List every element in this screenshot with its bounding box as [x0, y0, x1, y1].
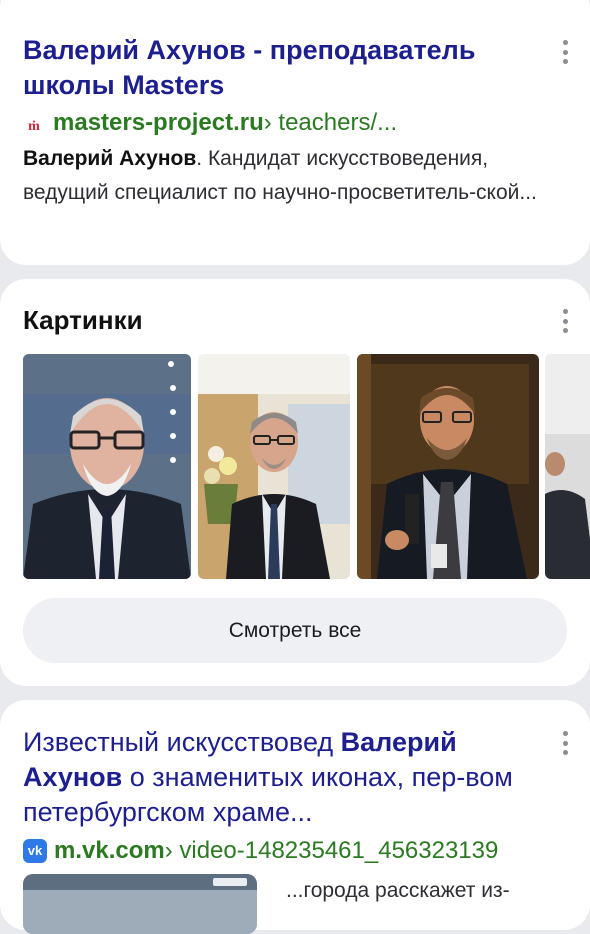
more-options-icon[interactable] [562, 731, 568, 755]
show-all-images-button[interactable]: Смотреть все [23, 598, 567, 663]
video-thumbnail[interactable] [23, 874, 257, 934]
result-domain[interactable]: m.vk.com [54, 836, 165, 866]
result-url[interactable]: vk m.vk.com › video-148235461_456323139 [23, 836, 498, 866]
result-title-link[interactable]: Известный искусствовед Валерий Ахунов о … [23, 725, 528, 830]
image-thumbnail[interactable] [545, 354, 590, 579]
images-block: Картинки Смотреть все [0, 279, 590, 686]
result-snippet: ...города расскажет из- [286, 879, 510, 902]
result-path[interactable]: › teachers/... [264, 108, 397, 138]
images-section-title: Картинки [23, 305, 143, 335]
result-url[interactable]: ṁ masters-project.ru › teachers/... [23, 108, 397, 138]
site-favicon-icon: ṁ [28, 119, 40, 134]
vk-favicon-icon: vk [23, 839, 47, 863]
result-snippet: Валерий Ахунов. Кандидат искусствоведени… [23, 147, 537, 204]
result-domain[interactable]: masters-project.ru [53, 108, 264, 138]
image-thumbnail[interactable] [23, 354, 191, 579]
more-options-icon[interactable] [562, 309, 568, 333]
image-thumbnail[interactable] [357, 354, 539, 579]
search-result-card: Известный искусствовед Валерий Ахунов о … [0, 700, 590, 934]
result-path[interactable]: › video-148235461_456323139 [165, 836, 499, 866]
search-result-card: Валерий Ахунов - преподаватель школы Mas… [0, 0, 590, 265]
more-options-icon[interactable] [562, 40, 568, 64]
image-thumbnail[interactable] [198, 354, 350, 579]
result-title-link[interactable]: Валерий Ахунов - преподаватель школы Mas… [23, 33, 513, 103]
